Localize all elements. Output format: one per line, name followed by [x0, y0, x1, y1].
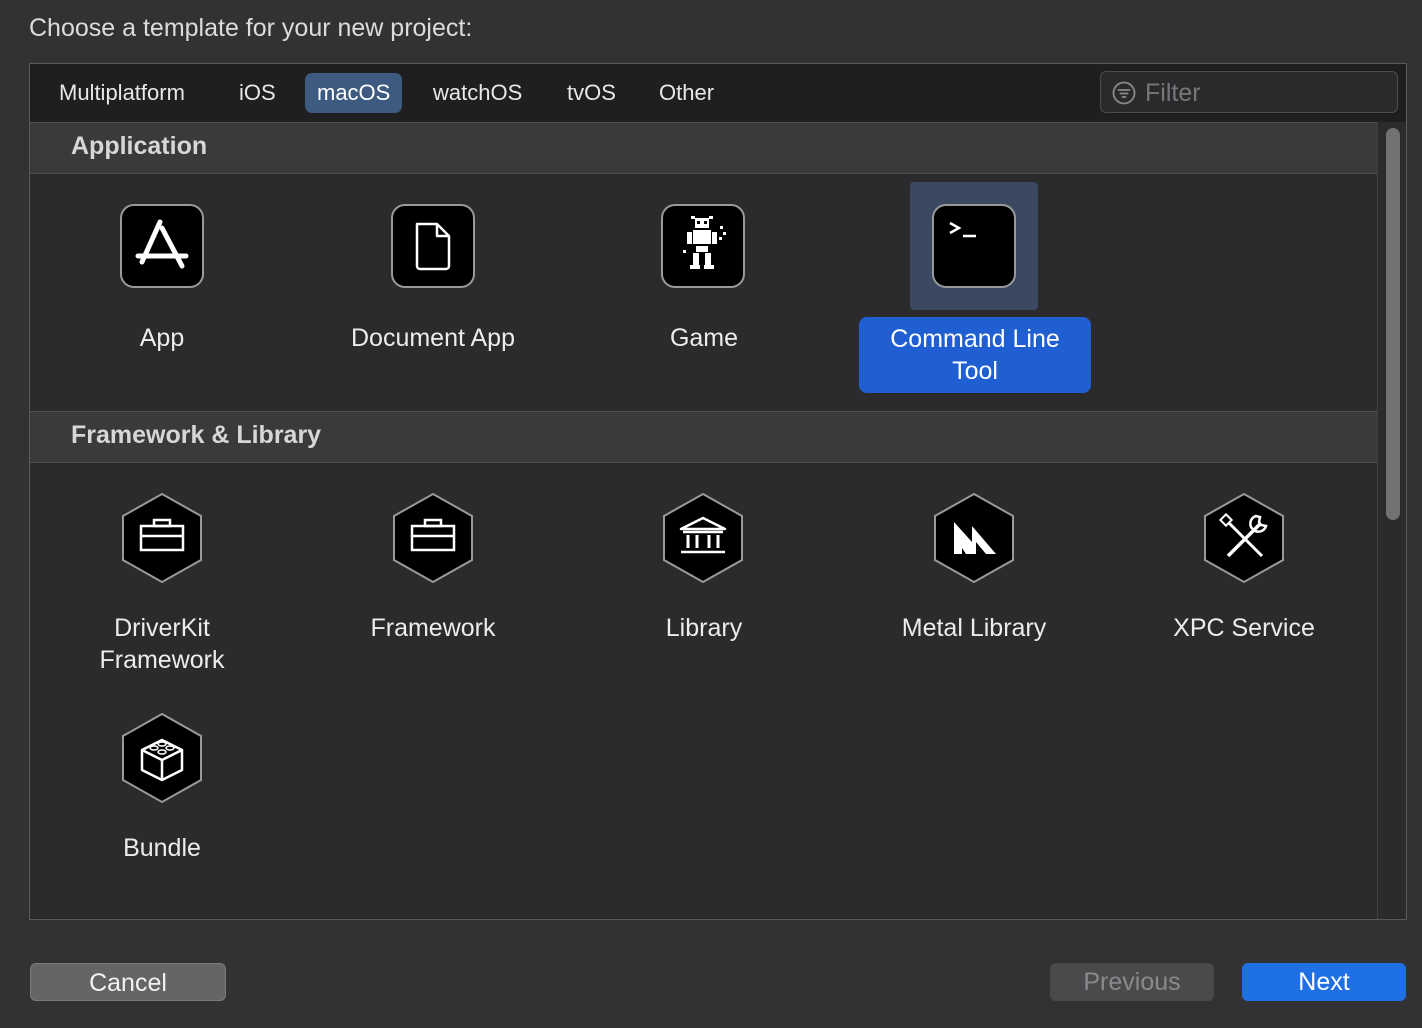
template-document-app[interactable]: Document App [318, 322, 548, 354]
terminal-icon[interactable] [932, 204, 1016, 288]
toolbox-icon[interactable] [120, 492, 204, 584]
template-metal-library[interactable]: Metal Library [859, 612, 1089, 644]
game-robot-icon[interactable] [661, 204, 745, 288]
template-label: Framework [370, 614, 496, 642]
tab-ios[interactable]: iOS [227, 73, 288, 113]
template-label: Document App [351, 324, 515, 352]
document-icon[interactable] [391, 204, 475, 288]
filter-icon [1112, 81, 1136, 105]
template-label: XPC Service [1173, 614, 1315, 642]
cube-bundle-icon[interactable] [120, 712, 204, 804]
template-bundle[interactable]: Bundle [47, 832, 277, 864]
platform-tab-bar: Multiplatform iOS macOS watchOS tvOS Oth… [30, 64, 1406, 123]
library-building-icon[interactable] [661, 492, 745, 584]
template-label: Metal Library [901, 614, 1047, 642]
next-button[interactable]: Next [1242, 963, 1406, 1001]
template-panel: Multiplatform iOS macOS watchOS tvOS Oth… [29, 63, 1407, 920]
template-framework[interactable]: Framework [318, 612, 548, 644]
tab-other[interactable]: Other [647, 73, 726, 113]
section-header-application: Application [30, 122, 1377, 174]
scrollbar-thumb[interactable] [1386, 128, 1400, 520]
template-label: Game [669, 324, 739, 352]
template-command-line-tool[interactable]: Command Line Tool [859, 317, 1091, 393]
template-label: Command Line Tool [859, 317, 1091, 393]
template-label: Bundle [123, 834, 201, 862]
tools-icon[interactable] [1202, 492, 1286, 584]
template-library[interactable]: Library [589, 612, 819, 644]
app-store-icon[interactable] [120, 204, 204, 288]
metal-icon[interactable] [932, 492, 1016, 584]
template-label: App [139, 324, 185, 352]
previous-button: Previous [1050, 963, 1214, 1001]
template-game[interactable]: Game [589, 322, 819, 354]
filter-field[interactable] [1100, 71, 1398, 113]
template-label: Library [665, 614, 743, 642]
dialog-prompt: Choose a template for your new project: [29, 14, 473, 42]
toolbox-icon[interactable] [391, 492, 475, 584]
filter-input[interactable] [1143, 76, 1387, 110]
tab-watchos[interactable]: watchOS [421, 73, 534, 113]
tab-multiplatform[interactable]: Multiplatform [47, 73, 197, 113]
tab-macos[interactable]: macOS [305, 73, 403, 113]
section-title: Application [71, 132, 208, 160]
template-app[interactable]: App [47, 322, 277, 354]
template-driverkit-framework[interactable]: DriverKit Framework [47, 612, 277, 676]
section-title: Framework & Library [71, 421, 322, 449]
tab-tvos[interactable]: tvOS [555, 73, 628, 113]
template-label: DriverKit Framework [99, 614, 225, 674]
vertical-scrollbar[interactable] [1377, 122, 1406, 919]
cancel-button[interactable]: Cancel [30, 963, 226, 1001]
template-xpc-service[interactable]: XPC Service [1129, 612, 1359, 644]
section-header-framework-library: Framework & Library [30, 411, 1377, 463]
